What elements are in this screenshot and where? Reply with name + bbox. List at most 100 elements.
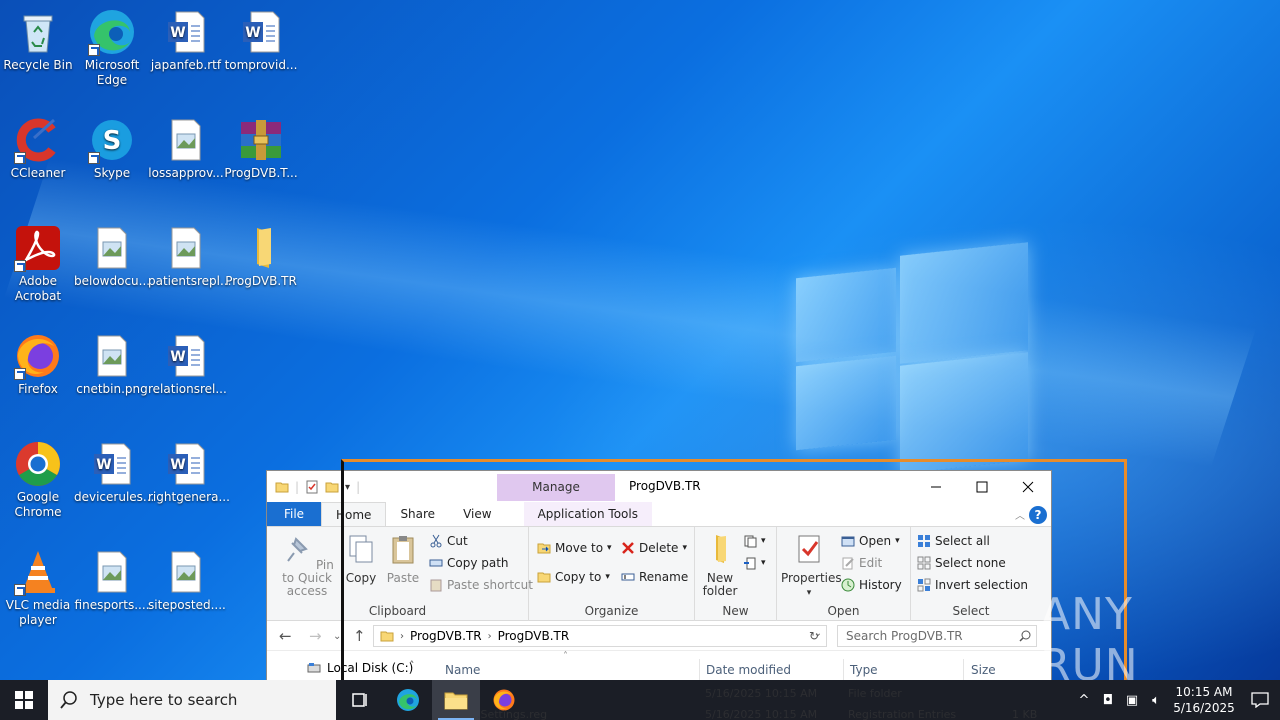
back-arrow-icon[interactable]: ← bbox=[279, 627, 292, 645]
desktop-icon-vlc[interactable]: VLC media player bbox=[0, 548, 76, 628]
recycle-bin-icon bbox=[14, 8, 62, 56]
properties-icon[interactable] bbox=[305, 480, 319, 494]
desktop-icon-progdvb-archive[interactable]: ProgDVB.T... bbox=[223, 116, 299, 181]
system-tray: ^ ◘ ▣ 🔈︎ 10:15 AM 5/16/2025 bbox=[1072, 680, 1280, 720]
desktop-icon-label: lossapprov... bbox=[148, 166, 224, 180]
windows-wallpaper-logo bbox=[796, 242, 1028, 475]
drive-icon bbox=[307, 663, 321, 673]
desktop-icon-label: finesports.... bbox=[74, 598, 150, 612]
edge-icon bbox=[397, 689, 419, 711]
show-hidden-icons-chevron-icon[interactable]: ^ bbox=[1072, 693, 1096, 708]
notification-icon bbox=[1251, 692, 1269, 708]
folder-icon bbox=[275, 482, 289, 493]
desktop-icon-tomprovid[interactable]: W tomprovid... bbox=[223, 8, 299, 73]
watermark-text: ANY RUN bbox=[1040, 589, 1139, 680]
taskbar: Type here to search ^ ◘ ▣ 🔈︎ 10:15 AM 5/… bbox=[0, 680, 1280, 720]
desktop: Recycle Bin Microsoft Edge W japanfeb.rt… bbox=[0, 0, 1280, 680]
svg-text:W: W bbox=[170, 349, 185, 365]
watermark: ANY RUN bbox=[1040, 589, 1240, 680]
desktop-icon-label: tomprovid... bbox=[224, 58, 298, 72]
desktop-icon-siteposted[interactable]: siteposted.... bbox=[148, 548, 226, 613]
desktop-icon-firefox[interactable]: Firefox bbox=[0, 332, 76, 397]
svg-text:W: W bbox=[245, 25, 260, 41]
desktop-icon-label: VLC media player bbox=[5, 598, 71, 627]
word-doc-icon: W bbox=[88, 440, 136, 488]
taskbar-search-placeholder: Type here to search bbox=[90, 691, 238, 709]
desktop-icon-label: Skype bbox=[93, 166, 131, 180]
desktop-icon-label: Google Chrome bbox=[14, 490, 62, 519]
start-button[interactable] bbox=[0, 680, 48, 720]
forward-arrow-icon[interactable]: → bbox=[309, 627, 322, 645]
word-doc-icon: W bbox=[162, 332, 210, 380]
desktop-icon-japanfeb[interactable]: W japanfeb.rtf bbox=[148, 8, 224, 73]
svg-text:S: S bbox=[103, 126, 122, 156]
desktop-icon-rightgenera[interactable]: W rightgenera... bbox=[148, 440, 230, 505]
desktop-icon-label: Adobe Acrobat bbox=[14, 274, 62, 303]
desktop-icon-label: siteposted.... bbox=[148, 598, 226, 612]
task-view-icon bbox=[352, 693, 367, 707]
desktop-icon-label: belowdocu... bbox=[74, 274, 151, 288]
desktop-icon-ccleaner[interactable]: CCleaner bbox=[0, 116, 76, 181]
file-explorer-icon bbox=[444, 692, 468, 710]
desktop-icon-acrobat[interactable]: Adobe Acrobat bbox=[0, 224, 76, 304]
image-file-icon bbox=[88, 548, 136, 596]
desktop-icon-label: ProgDVB.TR bbox=[225, 274, 297, 288]
pin-icon bbox=[287, 537, 308, 562]
firefox-icon bbox=[14, 332, 62, 380]
image-file-icon bbox=[162, 224, 210, 272]
taskbar-search-box[interactable]: Type here to search bbox=[48, 680, 336, 720]
desktop-icon-lossapprov[interactable]: lossapprov... bbox=[148, 116, 224, 181]
folder-icon bbox=[237, 224, 285, 272]
desktop-icon-label: ProgDVB.T... bbox=[224, 166, 298, 180]
clock[interactable]: 10:15 AM 5/16/2025 bbox=[1168, 684, 1240, 716]
desktop-icon-label: CCleaner bbox=[10, 166, 66, 180]
desktop-icon-label: Firefox bbox=[18, 382, 58, 396]
chrome-icon bbox=[14, 440, 62, 488]
desktop-icon-belowdocu[interactable]: belowdocu... bbox=[74, 224, 150, 289]
svg-text:W: W bbox=[170, 25, 185, 41]
camera-icon[interactable]: ◘ bbox=[1096, 693, 1120, 708]
desktop-icon-label: devicerules... bbox=[74, 490, 155, 504]
volume-icon[interactable]: 🔈︎ bbox=[1144, 693, 1168, 708]
notifications-button[interactable] bbox=[1240, 692, 1280, 708]
firefox-icon bbox=[493, 689, 515, 711]
pin-to-quick-access-button[interactable]: Pin to Quick access bbox=[273, 533, 341, 598]
desktop-icon-relationsrel[interactable]: W relationsrel... bbox=[148, 332, 227, 397]
network-icon[interactable]: ▣ bbox=[1120, 693, 1144, 708]
word-doc-icon: W bbox=[237, 8, 285, 56]
search-icon bbox=[60, 691, 77, 709]
task-view-button[interactable] bbox=[336, 680, 384, 720]
clock-time: 10:15 AM bbox=[1175, 685, 1233, 699]
desktop-icon-label: cnetbin.png bbox=[76, 382, 148, 396]
vlc-icon bbox=[14, 548, 62, 596]
desktop-icon-skype[interactable]: S Skype bbox=[74, 116, 150, 181]
desktop-icon-label: relationsrel... bbox=[148, 382, 227, 396]
desktop-icon-label: Recycle Bin bbox=[3, 58, 73, 72]
desktop-icon-chrome[interactable]: Google Chrome bbox=[0, 440, 76, 520]
image-file-icon bbox=[88, 224, 136, 272]
new-folder-icon[interactable] bbox=[325, 480, 339, 494]
desktop-icon-patientsrepl[interactable]: patientsrepl... bbox=[148, 224, 231, 289]
desktop-icon-label: japanfeb.rtf bbox=[150, 58, 222, 72]
taskbar-edge[interactable] bbox=[384, 680, 432, 720]
acrobat-icon bbox=[14, 224, 62, 272]
desktop-icon-progdvb-folder[interactable]: ProgDVB.TR bbox=[223, 224, 299, 289]
desktop-icon-cnetbin[interactable]: cnetbin.png bbox=[74, 332, 150, 397]
desktop-icon-finesports[interactable]: finesports.... bbox=[74, 548, 150, 613]
tab-file[interactable]: File bbox=[267, 502, 321, 526]
selection-highlight-rect bbox=[341, 459, 1127, 680]
image-file-icon bbox=[162, 548, 210, 596]
taskbar-firefox[interactable] bbox=[480, 680, 528, 720]
taskbar-file-explorer[interactable] bbox=[432, 680, 480, 720]
ccleaner-icon bbox=[14, 116, 62, 164]
skype-icon: S bbox=[88, 116, 136, 164]
desktop-icon-recycle-bin[interactable]: Recycle Bin bbox=[0, 8, 76, 73]
svg-text:W: W bbox=[170, 457, 185, 473]
image-file-icon bbox=[88, 332, 136, 380]
word-doc-icon: W bbox=[162, 8, 210, 56]
desktop-icon-devicerules[interactable]: W devicerules... bbox=[74, 440, 155, 505]
image-file-icon bbox=[162, 116, 210, 164]
windows-start-icon bbox=[15, 691, 33, 709]
svg-text:W: W bbox=[96, 457, 111, 473]
desktop-icon-edge[interactable]: Microsoft Edge bbox=[74, 8, 150, 88]
